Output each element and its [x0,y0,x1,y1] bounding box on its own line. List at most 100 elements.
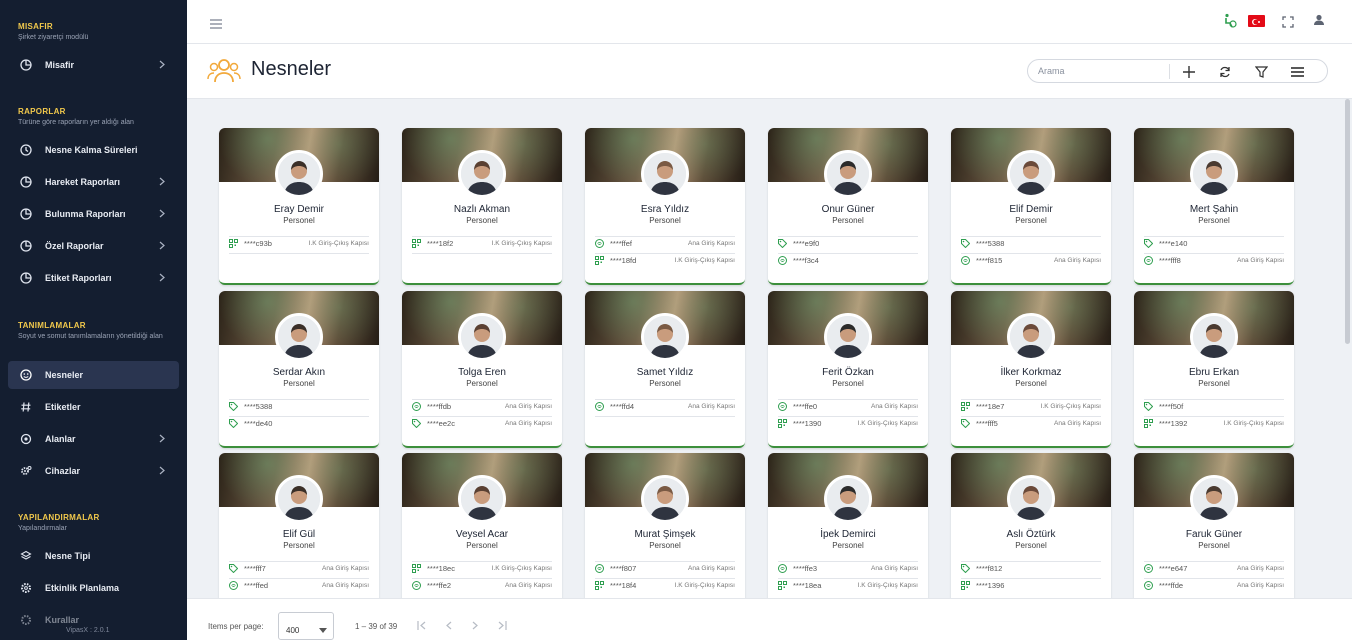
avatar [458,150,506,198]
pie-chart-icon [19,271,33,285]
card-tag-row: ****1392 I.K Giriş-Çıkış Kapısı [1144,417,1284,431]
sidebar-item-hareket-raporlari[interactable]: Hareket Raporları [8,168,179,196]
avatar [275,150,323,198]
object-card[interactable]: Tolga Eren Personel ****ffdb Ana Giriş Kapı… [402,291,562,448]
refresh-button[interactable] [1216,63,1234,81]
object-card[interactable]: Samet Yıldız Personel ****ffd4 Ana Giriş Ka… [585,291,745,448]
top-bar [187,0,1352,44]
card-role: Personel [1015,216,1047,225]
object-card[interactable]: İpek Demirci Personel ****ffe3 Ana Giriş Ka… [768,453,928,598]
tag-code: ****ffef [610,239,632,248]
tag-location: I.K Giriş-Çıkış Kapısı [491,240,552,247]
tag-code: ****1392 [1159,419,1188,428]
object-card[interactable]: İlker Korkmaz Personel ****18e7 I.K Giriş-Ç… [951,291,1111,448]
object-card[interactable]: Esra Yıldız Personel ****ffef Ana Giriş Kap… [585,128,745,285]
toolbar [1027,59,1328,83]
card-tag-row: ****ffde Ana Giriş Kapısı [1144,579,1284,593]
fullscreen-icon[interactable] [1282,15,1294,33]
sidebar-item-ozel-raporlar[interactable]: Özel Raporlar [8,232,179,260]
sidebar-item-nesneler[interactable]: Nesneler [8,361,179,389]
object-card[interactable]: Ferit Özkan Personel ****ffe0 Ana Giriş Kap… [768,291,928,448]
sidebar-item-etiketler[interactable]: Etiketler [8,393,179,421]
tag-code: ****e140 [1159,239,1188,248]
card-role: Personel [1198,379,1230,388]
avatar [824,313,872,361]
tag-code: ****f3c4 [793,256,819,265]
tag-location: I.K Giriş-Çıkış Kapısı [674,257,735,264]
object-card[interactable]: Elif Gül Personel ****fff7 Ana Giriş Kapısı… [219,453,379,598]
scrollbar[interactable] [1345,99,1350,344]
page-title: Nesneler [251,58,332,80]
sidebar-item-bulunma-raporlari[interactable]: Bulunma Raporları [8,200,179,228]
section-misafir: MISAFIR Şirket ziyaretçi modülü [0,22,168,42]
card-role: Personel [1198,216,1230,225]
tag-code: ****ee2c [427,419,455,428]
tag-code: ****f812 [976,564,1003,573]
previous-page-icon[interactable] [445,621,453,633]
last-page-icon[interactable] [497,621,507,633]
object-card[interactable]: Serdar Akın Personel ****5388 ****de40 [219,291,379,448]
accessibility-icon[interactable] [1221,13,1237,34]
card-tag-row: ****e647 Ana Giriş Kapısı [1144,562,1284,576]
tag-code: ****fff5 [976,419,998,428]
sidebar-item-misafir[interactable]: Misafir [8,51,179,79]
object-card[interactable]: Aslı Öztürk Personel ****f812 ****1396 [951,453,1111,598]
tag-code: ****f807 [610,564,637,573]
object-card[interactable]: Eray Demir Personel ****c93b I.K Giriş-Çıkı… [219,128,379,285]
object-card[interactable]: Nazlı Akman Personel ****18f2 I.K Giriş-Çık… [402,128,562,285]
sidebar-item-label: Nesneler [45,370,84,380]
tag-code: ****ffe3 [793,564,818,573]
card-name: Mert Şahin [1189,204,1239,215]
card-divider [595,416,735,417]
chevron-right-icon [159,241,165,252]
sidebar-item-etiket-raporlari[interactable]: Etiket Raporları [8,264,179,292]
next-page-icon[interactable] [471,621,479,633]
object-card[interactable]: Onur Güner Personel ****e9f0 ****f3c4 [768,128,928,285]
sidebar-item-cihazlar[interactable]: Cihazlar [8,457,179,485]
tag-location: Ana Giriş Kapısı [505,582,552,589]
sidebar-item-label: Cihazlar [45,466,81,476]
card-tag-row: ****18ea I.K Giriş-Çıkış Kapısı [778,579,918,593]
search-input[interactable] [1038,64,1158,78]
tag-location: Ana Giriş Kapısı [322,582,369,589]
tag-code: ****18fd [610,256,637,265]
sidebar-item-etkinlik-planlama[interactable]: Etkinlik Planlama [8,574,179,602]
menu-button[interactable] [1288,63,1306,81]
object-card[interactable]: Faruk Güner Personel ****e647 Ana Giriş Kap… [1134,453,1294,598]
app-version: VipasX : 2.0.1 [66,627,110,634]
items-per-page-select[interactable]: 400 [278,612,334,640]
users-icon [207,56,241,89]
card-tag-row: ****f3c4 [778,254,918,268]
object-card[interactable]: Ebru Erkan Personel ****f50f ****1392 I.K Gi… [1134,291,1294,448]
tag-location: Ana Giriş Kapısı [1054,420,1101,427]
object-card[interactable]: Elif Demir Personel ****5388 ****f815 Ana Gi… [951,128,1111,285]
card-tag-row: ****ffe2 Ana Giriş Kapısı [412,579,552,593]
turkish-flag-icon[interactable] [1248,15,1265,27]
card-role: Personel [649,379,681,388]
card-name: Nazlı Akman [453,204,511,215]
tag-location: I.K Giriş-Çıkış Kapısı [491,565,552,572]
sidebar-item-nesne-kalma-sureleri[interactable]: Nesne Kalma Süreleri [8,136,179,164]
card-name: Eray Demir [273,204,324,215]
card-tag-row: ****de40 [229,417,369,431]
toolbar-divider [1169,64,1170,79]
avatar [458,475,506,523]
hamburger-menu-icon[interactable] [210,16,222,34]
card-name: Veysel Acar [455,529,509,540]
user-icon[interactable] [1313,13,1325,31]
card-name: Murat Şimşek [634,529,696,540]
object-card[interactable]: Veysel Acar Personel ****18ec I.K Giriş-Çık… [402,453,562,598]
section-raporlar: RAPORLAR Türüne göre raporların yer aldı… [0,107,168,127]
sidebar-item-nesne-tipi[interactable]: Nesne Tipi [8,542,179,570]
object-card[interactable]: Murat Şimşek Personel ****f807 Ana Giriş Ka… [585,453,745,598]
card-role: Personel [283,541,315,550]
avatar [275,313,323,361]
card-tag-row: ****e140 [1144,237,1284,251]
tag-location: I.K Giriş-Çıkış Kapısı [1040,403,1101,410]
filter-button[interactable] [1252,63,1270,81]
sidebar-item-alanlar[interactable]: Alanlar [8,425,179,453]
tag-location: Ana Giriş Kapısı [871,403,918,410]
object-card[interactable]: Mert Şahin Personel ****e140 ****fff8 Ana Gi… [1134,128,1294,285]
add-button[interactable] [1180,63,1198,81]
first-page-icon[interactable] [417,621,427,633]
